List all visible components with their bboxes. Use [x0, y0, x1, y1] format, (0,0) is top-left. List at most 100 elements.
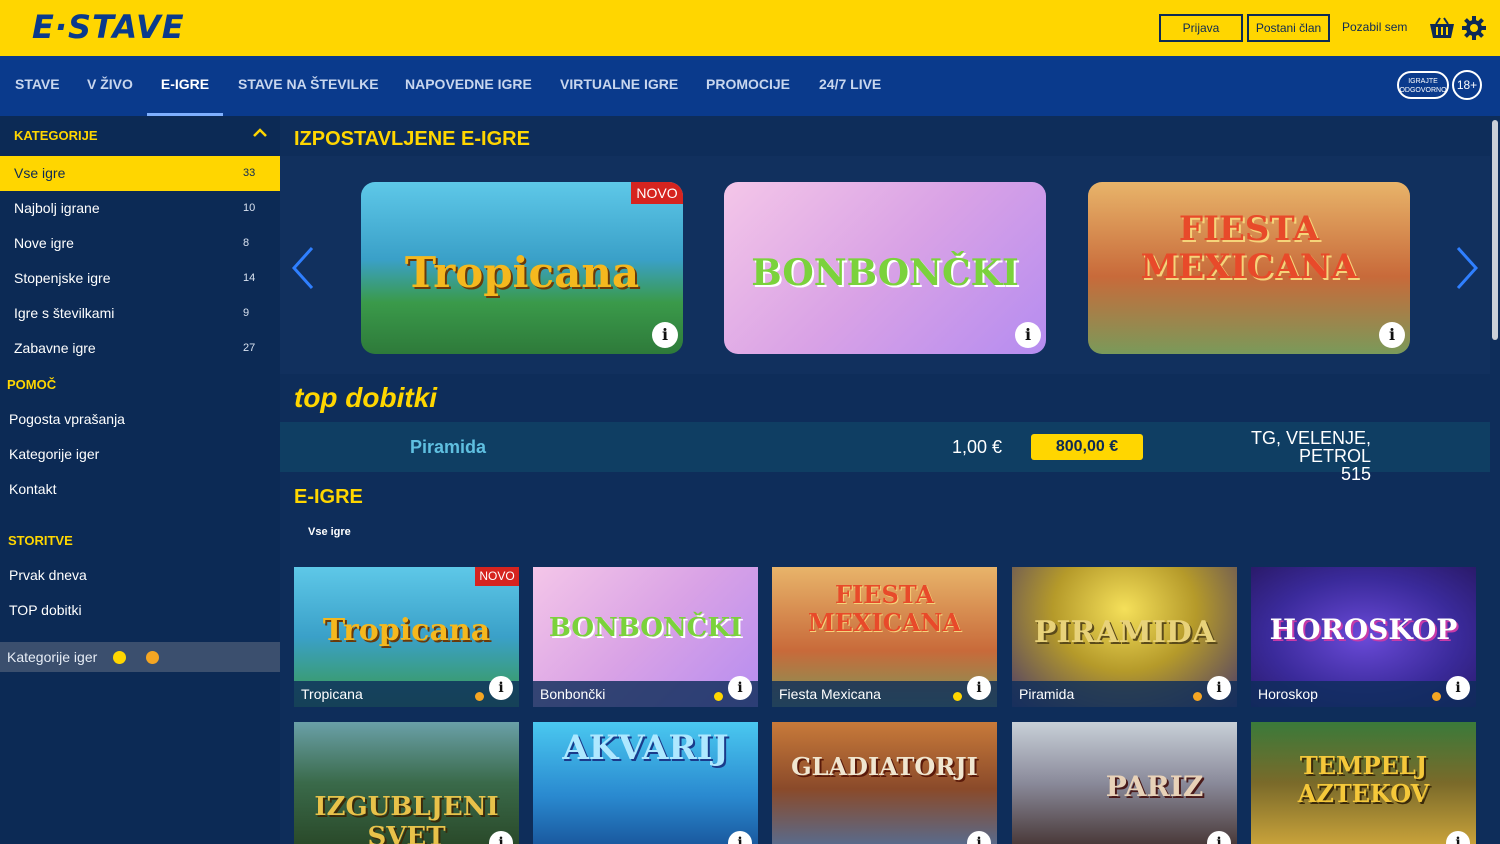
top-win-row: Piramida 1,00 € 800,00 € TG, VELENJE, PE…: [280, 422, 1490, 483]
category-dot: [953, 692, 962, 701]
prvak-dneva-link[interactable]: Prvak dneva: [9, 567, 87, 583]
info-icon[interactable]: i: [728, 676, 752, 700]
filter-dot-yellow[interactable]: [113, 651, 126, 664]
game-art-title: HOROSKOP: [1269, 613, 1458, 646]
filter-label: Kategorije iger: [7, 649, 98, 665]
info-icon[interactable]: i: [1207, 676, 1231, 700]
responsible-line2: ODGOVORNO: [1399, 87, 1447, 94]
game-art-title: BONBONČKI: [548, 613, 743, 643]
nav-v-zivo[interactable]: V ŽIVO: [87, 56, 133, 116]
game-art-title: TEMPELJ AZTEKOV: [1297, 751, 1430, 808]
game-name: Horoskop: [1258, 686, 1318, 702]
game-category-filter[interactable]: Kategorije iger: [0, 642, 280, 672]
game-tile-bonboncki[interactable]: BONBONČKI Bonbončki i: [533, 567, 758, 707]
info-icon[interactable]: i: [1446, 831, 1470, 844]
info-icon[interactable]: i: [1446, 676, 1470, 700]
contact-link[interactable]: Kontakt: [9, 481, 56, 497]
game-name: Bonbončki: [540, 686, 606, 702]
faq-link[interactable]: Pogosta vprašanja: [9, 411, 125, 427]
sidebar-item-vse-igre[interactable]: Vse igre 33: [0, 156, 280, 191]
sidebar-item-stopenjske-igre[interactable]: Stopenjske igre 14: [0, 261, 280, 296]
services-title: STORITVE: [8, 533, 73, 548]
sidebar-item-igre-s-stevilkami[interactable]: Igre s številkami 9: [0, 296, 280, 331]
forgot-password-link[interactable]: Pozabil sem: [1342, 20, 1407, 34]
sidebar-item-count: 8: [243, 237, 250, 249]
game-art-title: Tropicana: [404, 248, 640, 297]
sidebar-item-count: 33: [243, 167, 256, 179]
game-name: Piramida: [1019, 686, 1075, 702]
game-name: Tropicana: [301, 686, 363, 702]
info-icon[interactable]: i: [967, 831, 991, 844]
sidebar-item-label: Igre s številkami: [14, 305, 115, 321]
main-nav: STAVE V ŽIVO E-IGRE STAVE NA ŠTEVILKE NA…: [0, 56, 1500, 116]
chevron-up-icon[interactable]: [253, 128, 267, 138]
sidebar-item-count: 9: [243, 307, 250, 319]
sidebar-item-label: Najbolj igrane: [14, 200, 100, 216]
nav-e-igre[interactable]: E-IGRE: [147, 56, 223, 116]
carousel-next-icon[interactable]: [1454, 246, 1480, 290]
sidebar-item-label: Zabavne igre: [14, 340, 96, 356]
game-art-title: IZGUBLJENI SVET: [314, 792, 499, 844]
game-tile-fiesta-mexicana[interactable]: FIESTA MEXICANA Fiesta Mexicana i: [772, 567, 997, 707]
top-win-place-line1: TG, VELENJE, PETROL: [1250, 428, 1371, 466]
gear-icon[interactable]: [1462, 16, 1486, 40]
sidebar-item-count: 27: [243, 342, 256, 354]
tile-caption: Bonbončki: [533, 681, 758, 707]
info-icon[interactable]: i: [652, 322, 678, 348]
register-button[interactable]: Postani član: [1247, 14, 1330, 42]
game-categories-link[interactable]: Kategorije iger: [9, 446, 99, 462]
nav-promocije[interactable]: PROMOCIJE: [706, 56, 790, 116]
logo[interactable]: E·STAVE: [32, 8, 185, 46]
scrollbar-thumb[interactable]: [1492, 120, 1498, 340]
nav-stave-na-stevilke[interactable]: STAVE NA ŠTEVILKE: [238, 56, 379, 116]
featured-game-tropicana[interactable]: Tropicana NOVO i: [361, 182, 683, 354]
game-art-title: FIESTA MEXICANA: [1140, 209, 1358, 287]
info-icon[interactable]: i: [967, 676, 991, 700]
sidebar-item-count: 10: [243, 202, 256, 214]
sidebar-item-label: Nove igre: [14, 235, 74, 251]
tile-caption: Fiesta Mexicana: [772, 681, 997, 707]
game-tile-horoskop[interactable]: HOROSKOP Horoskop i: [1251, 567, 1476, 707]
nav-virtualne-igre[interactable]: VIRTUALNE IGRE: [560, 56, 678, 116]
tile-caption: Horoskop: [1251, 681, 1476, 707]
top-dobitki-link[interactable]: TOP dobitki: [9, 602, 82, 618]
featured-game-fiesta-mexicana[interactable]: FIESTA MEXICANA i: [1088, 182, 1410, 354]
info-icon[interactable]: i: [1379, 322, 1405, 348]
game-tile-pariz[interactable]: PARIZ i: [1012, 722, 1237, 844]
game-tile-tropicana[interactable]: Tropicana NOVO Tropicana i: [294, 567, 519, 707]
sidebar-item-zabavne-igre[interactable]: Zabavne igre 27: [0, 331, 280, 366]
nav-stave[interactable]: STAVE: [15, 56, 60, 116]
top-win-place-line2: 515: [1340, 464, 1371, 484]
categories-title[interactable]: KATEGORIJE: [14, 128, 98, 143]
sidebar-item-najbolj-igrane[interactable]: Najbolj igrane 10: [0, 191, 280, 226]
tile-caption: Tropicana: [294, 681, 519, 707]
game-tile-izgubljeni-svet[interactable]: IZGUBLJENI SVET i: [294, 722, 519, 844]
game-tile-piramida[interactable]: PIRAMIDA Piramida i: [1012, 567, 1237, 707]
info-icon[interactable]: i: [1015, 322, 1041, 348]
help-title: POMOČ: [7, 377, 57, 392]
new-badge: NOVO: [631, 182, 683, 204]
info-icon[interactable]: i: [1207, 831, 1231, 844]
carousel-prev-icon[interactable]: [290, 246, 316, 290]
filter-all-games[interactable]: Vse igre: [308, 526, 351, 538]
login-button[interactable]: Prijava: [1159, 14, 1243, 42]
game-tile-akvarij[interactable]: AKVARIJ i: [533, 722, 758, 844]
game-name: Fiesta Mexicana: [779, 686, 881, 702]
egames-title: E-IGRE: [294, 486, 363, 508]
sidebar-item-label: Vse igre: [14, 165, 66, 181]
filter-dot-orange[interactable]: [146, 651, 159, 664]
game-art-title: AKVARIJ: [562, 728, 729, 768]
age-restriction-badge: 18+: [1452, 70, 1482, 100]
info-icon[interactable]: i: [728, 831, 752, 844]
game-tile-gladiatorji[interactable]: GLADIATORJI i: [772, 722, 997, 844]
featured-game-bonboncki[interactable]: BONBONČKI i: [724, 182, 1046, 354]
info-icon[interactable]: i: [489, 676, 513, 700]
game-tile-tempelj-aztekov[interactable]: TEMPELJ AZTEKOV i: [1251, 722, 1476, 844]
nav-24-7-live[interactable]: 24/7 LIVE: [819, 56, 881, 116]
featured-title: IZPOSTAVLJENE E-IGRE: [294, 128, 530, 150]
nav-napovedne-igre[interactable]: NAPOVEDNE IGRE: [405, 56, 532, 116]
top-win-game[interactable]: Piramida: [410, 437, 486, 458]
sidebar-item-nove-igre[interactable]: Nove igre 8: [0, 226, 280, 261]
responsible-gaming-badge[interactable]: IGRAJTE ODGOVORNO: [1397, 71, 1449, 99]
shopping-basket-icon[interactable]: [1428, 16, 1456, 40]
